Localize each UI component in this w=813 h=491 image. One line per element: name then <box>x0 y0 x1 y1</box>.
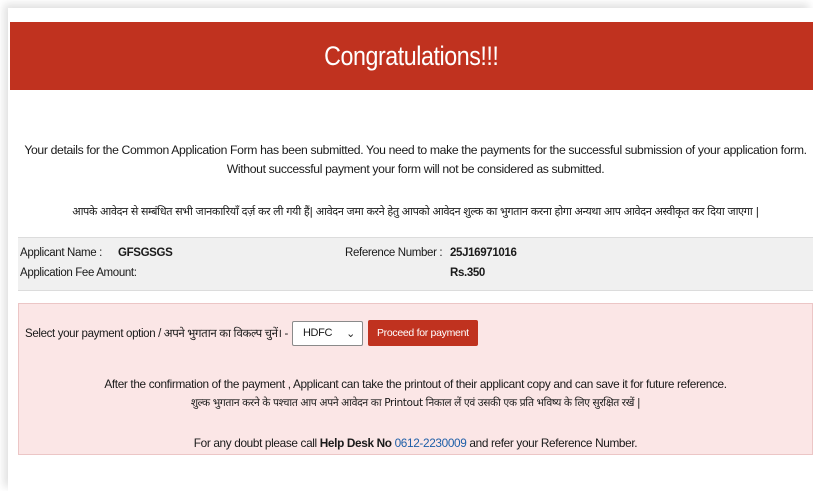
application-fee-label: Application Fee Amount: <box>20 267 137 279</box>
help-suffix: and refer your Reference Number. <box>466 436 638 450</box>
submission-message-english: Your details for the Common Application … <box>24 143 807 176</box>
proceed-payment-button[interactable]: Proceed for payment <box>367 320 478 346</box>
payment-panel: Select your payment option / अपने भुगतान… <box>18 303 813 455</box>
reference-number-value: 25J16971016 <box>450 247 517 259</box>
congratulations-banner: Congratulations!!! <box>10 22 813 90</box>
payment-option-label: Select your payment option / अपने भुगतान… <box>25 327 288 340</box>
application-fee-value: Rs.350 <box>450 267 485 279</box>
applicant-name-label: Applicant Name : <box>20 247 102 259</box>
submission-message-hindi: आपके आवेदन से सम्बंधित सभी जानकारियाँ दर… <box>72 205 759 218</box>
payment-note-english: After the confirmation of the payment , … <box>104 377 727 391</box>
help-desk-label: Help Desk No <box>319 436 392 450</box>
application-details: Applicant Name : GFSGSGS Application Fee… <box>18 237 813 291</box>
help-desk-line: For any doubt please call Help Desk No 0… <box>19 436 812 450</box>
payment-gateway-select[interactable]: HDFC ⌄ <box>291 320 363 346</box>
reference-number-label: Reference Number : <box>345 247 443 259</box>
payment-option-row: Select your payment option / अपने भुगतान… <box>25 320 478 346</box>
help-prefix: For any doubt please call <box>193 436 320 450</box>
payment-gateway-selected: HDFC <box>302 327 333 339</box>
chevron-down-icon: ⌄ <box>346 327 355 340</box>
page-title: Congratulations!!! <box>324 40 499 71</box>
help-desk-phone[interactable]: 0612-2230009 <box>395 436 467 450</box>
payment-note-hindi: शुल्क भुगतान करने के पश्चात आप अपने आवेद… <box>190 397 641 409</box>
applicant-name-value: GFSGSGS <box>118 247 173 259</box>
